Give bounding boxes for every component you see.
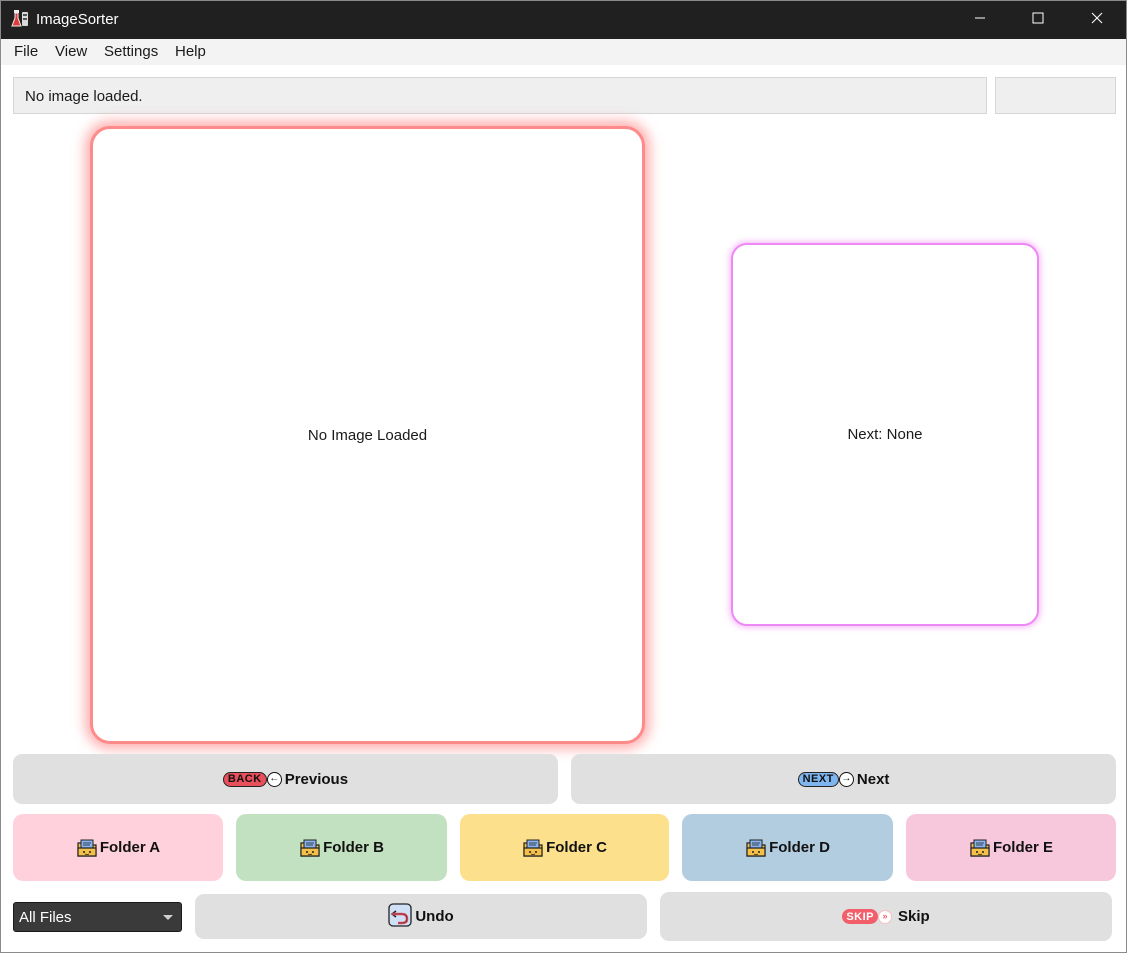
minimize-button[interactable] bbox=[951, 1, 1009, 39]
fast-forward-icon: » bbox=[879, 910, 891, 923]
lab-flask-icon bbox=[11, 9, 31, 29]
next-preview-text: Next: None bbox=[847, 426, 923, 443]
previous-button[interactable]: BACK ← Previous bbox=[13, 754, 558, 804]
minimize-icon bbox=[974, 11, 986, 29]
folder-b-button[interactable]: Folder B bbox=[236, 814, 447, 881]
menu-view[interactable]: View bbox=[55, 43, 87, 60]
app-window: ImageSorter File View Settings Help No i… bbox=[0, 0, 1127, 953]
maximize-icon bbox=[1032, 11, 1044, 29]
main-image-preview[interactable]: No Image Loaded bbox=[90, 126, 645, 744]
menu-bar: File View Settings Help bbox=[1, 39, 1126, 65]
undo-label: Undo bbox=[415, 908, 454, 925]
folder-a-label: Folder A bbox=[99, 839, 161, 856]
folder-d-label: Folder D bbox=[769, 839, 830, 856]
folder-icon bbox=[299, 838, 321, 858]
menu-help[interactable]: Help bbox=[175, 43, 206, 60]
menu-file[interactable]: File bbox=[14, 43, 38, 60]
status-field: No image loaded. bbox=[13, 77, 987, 114]
close-button[interactable] bbox=[1068, 1, 1126, 39]
chevron-down-icon bbox=[163, 915, 173, 920]
main-preview-text: No Image Loaded bbox=[307, 426, 428, 444]
arrow-left-icon: ← bbox=[266, 771, 282, 787]
close-icon bbox=[1091, 11, 1103, 29]
folder-icon bbox=[522, 838, 544, 858]
maximize-button[interactable] bbox=[1009, 1, 1067, 39]
folder-b-label: Folder B bbox=[323, 839, 384, 856]
previous-label: Previous bbox=[284, 770, 349, 788]
next-button[interactable]: NEXT → Next bbox=[571, 754, 1116, 804]
title-bar[interactable]: ImageSorter bbox=[1, 1, 1126, 39]
app-title: ImageSorter bbox=[36, 11, 119, 28]
folder-c-button[interactable]: Folder C bbox=[460, 814, 669, 881]
folder-icon bbox=[76, 838, 98, 858]
file-filter-dropdown[interactable]: All Files bbox=[13, 902, 182, 932]
file-filter-value: All Files bbox=[19, 909, 72, 926]
next-image-preview: Next: None bbox=[731, 243, 1039, 626]
back-badge-icon: BACK bbox=[222, 771, 267, 787]
folder-e-button[interactable]: Folder E bbox=[906, 814, 1116, 881]
undo-button[interactable]: Undo bbox=[195, 894, 647, 939]
next-badge-icon: NEXT bbox=[797, 771, 839, 787]
folder-c-label: Folder C bbox=[546, 839, 607, 856]
folder-e-label: Folder E bbox=[992, 839, 1053, 856]
folder-icon bbox=[745, 838, 767, 858]
undo-arrow-icon bbox=[388, 902, 412, 931]
folder-icon bbox=[969, 838, 991, 858]
skip-label: Skip bbox=[898, 908, 930, 925]
menu-settings[interactable]: Settings bbox=[104, 43, 158, 60]
next-label: Next bbox=[856, 770, 890, 788]
arrow-right-icon: → bbox=[838, 771, 854, 787]
status-side-field bbox=[995, 77, 1116, 114]
skip-badge-icon: SKIP bbox=[842, 909, 878, 924]
skip-button[interactable]: SKIP » Skip bbox=[660, 892, 1112, 941]
folder-a-button[interactable]: Folder A bbox=[13, 814, 223, 881]
folder-d-button[interactable]: Folder D bbox=[682, 814, 893, 881]
